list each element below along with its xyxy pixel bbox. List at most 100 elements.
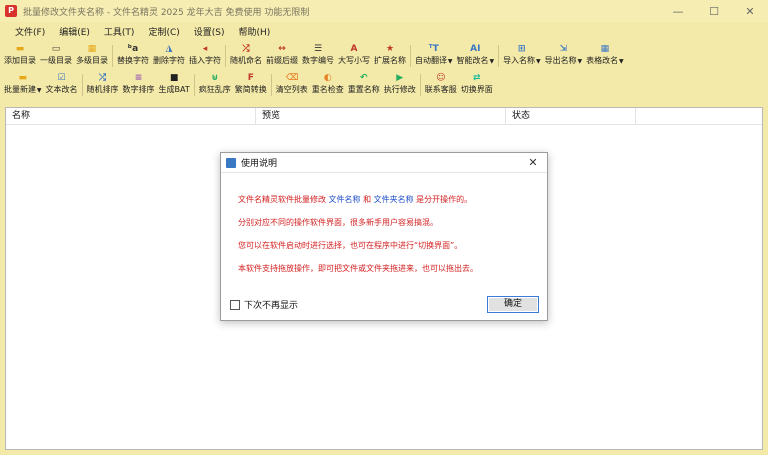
toolbar-separator	[225, 45, 226, 67]
ai-icon: AI	[470, 44, 481, 54]
number-button[interactable]: ☰ 数字编号	[300, 43, 336, 69]
dropdown-arrow-icon[interactable]: ▼	[488, 58, 494, 65]
batch-new-button[interactable]: ▬ 批量新建 ▼	[2, 72, 44, 98]
batch-new-icon: ▬	[18, 73, 28, 83]
toolbar-button-label: 数字编号	[302, 56, 334, 65]
random-name-button[interactable]: ⤮ 随机命名	[228, 43, 264, 69]
ok-button[interactable]: 确定	[487, 296, 539, 313]
dialog-title: 使用说明	[241, 159, 278, 169]
toolbar-button-label: 导出名称 ▼	[544, 56, 583, 65]
dialog-body: 文件名精灵软件批量修改 文件名称 和 文件夹名称 是分开操作的。 分别对应不同的…	[221, 173, 547, 285]
toolbar-button-label: 导入名称 ▼	[503, 56, 541, 65]
switch-ui-button[interactable]: ⇄ 切换界面	[459, 72, 495, 98]
menu-edit[interactable]: 编辑(E)	[52, 25, 97, 38]
bat-button[interactable]: ■ 生成BAT	[157, 72, 192, 98]
toolbar-button-label: 大写小写	[338, 56, 370, 65]
reset-button[interactable]: ↶ 重置名称	[346, 72, 382, 98]
list-header: 名称 预览 状态	[6, 107, 762, 125]
folder-level1-button[interactable]: ▭ 一级目录	[38, 43, 74, 69]
prefix-suffix-button[interactable]: ↔ 前缀后缀	[264, 43, 300, 69]
random-sort-icon: ⤮	[98, 73, 107, 83]
insert-char-button[interactable]: ◂ 插入字符	[187, 43, 223, 69]
main-toolbar: ▬ 添加目录 ▭ 一级目录 ▦ 多级目录 ᵇa 替换字符 ◮ 删除字符 ◂ 插入字符 ⤮ 随机命名 ↔ 前缀后…	[0, 43, 768, 69]
toolbar-button-label: 切换界面	[460, 85, 493, 94]
toolbar-button-label: 删除字符	[153, 56, 185, 65]
minimize-button[interactable]: —	[660, 0, 696, 22]
column-header-status[interactable]: 状态	[506, 107, 636, 125]
dialog-close-button[interactable]: ✕	[526, 156, 540, 169]
execute-button[interactable]: ▶ 执行修改	[382, 72, 418, 98]
dropdown-arrow-icon[interactable]: ▼	[617, 58, 624, 65]
import-button[interactable]: ⊞ 导入名称 ▼	[501, 43, 543, 69]
toolbar-button-label: 多级目录	[76, 56, 108, 65]
highlight-folder-name: 文件夹名称	[373, 195, 414, 204]
dropdown-arrow-icon[interactable]: ▼	[534, 58, 541, 65]
duplicate-check-button[interactable]: ◐ 重名检查	[310, 72, 346, 98]
support-icon: ☺	[436, 73, 446, 83]
menu-settings[interactable]: 设置(S)	[187, 25, 232, 38]
duplicate-check-icon: ◐	[323, 73, 332, 83]
dropdown-arrow-icon[interactable]: ▼	[446, 58, 453, 65]
toolbar-button-label: 插入字符	[189, 56, 221, 65]
toolbar-button-label: 重名检查	[311, 85, 344, 94]
toolbar-button-label: 随机排序	[86, 85, 119, 94]
insert-char-icon: ◂	[202, 44, 208, 54]
menu-file[interactable]: 文件(F)	[8, 25, 52, 38]
close-window-button[interactable]: ✕	[732, 0, 768, 22]
random-sort-button[interactable]: ⤮ 随机排序	[85, 72, 121, 98]
dont-show-again-checkbox[interactable]: 下次不再显示	[230, 298, 298, 311]
table-button[interactable]: ▦ 表格改名 ▼	[584, 43, 626, 69]
number-sort-button[interactable]: ≡ 数字排序	[121, 72, 157, 98]
case-button[interactable]: A 大写小写	[336, 43, 372, 69]
toolbar-button-label: 繁简转换	[234, 85, 267, 94]
window-title: 批量修改文件夹名称 - 文件名精灵 2025 龙年大吉 免费使用 功能无限制	[23, 7, 310, 18]
convert-button[interactable]: F 繁简转换	[233, 72, 269, 98]
replace-button[interactable]: ᵇa 替换字符	[115, 43, 151, 69]
clear-list-button[interactable]: ⌫ 清空列表	[274, 72, 310, 98]
shuffle-button[interactable]: ⊌ 疯狂乱序	[197, 72, 233, 98]
dialog-footer: 下次不再显示 确定	[221, 296, 549, 314]
secondary-toolbar: ▬ 批量新建 ▼ ☑ 文本改名 ⤮ 随机排序 ≡ 数字排序 ■ 生成BAT ⊌ 疯狂乱序 F 繁简转换 ⌫ 清…	[0, 72, 768, 98]
text-rename-button[interactable]: ☑ 文本改名	[44, 72, 80, 98]
dialog-text: 是分开操作的。	[413, 195, 473, 204]
toolbar-button-label: 前缀后缀	[266, 56, 298, 65]
dialog-line-4: 本软件支持拖放操作，即可把文件或文件夹拖进来，也可以拖出去。	[238, 264, 478, 273]
folder-multi-button[interactable]: ▦ 多级目录	[74, 43, 110, 69]
export-button[interactable]: ⇲ 导出名称 ▼	[543, 43, 585, 69]
checkbox-label: 下次不再显示	[244, 301, 299, 311]
toolbar-button-label: 扩展名称	[374, 56, 406, 65]
dialog-text: 和	[360, 195, 374, 204]
toolbar-separator	[112, 45, 113, 67]
delete-char-button[interactable]: ◮ 删除字符	[151, 43, 187, 69]
toolbar-button-label: 数字排序	[122, 85, 155, 94]
column-header-preview[interactable]: 预览	[256, 107, 506, 125]
toolbar-button-label: 智能改名 ▼	[456, 56, 495, 65]
number-sort-icon: ≡	[134, 73, 143, 83]
menu-tools[interactable]: 工具(T)	[97, 25, 142, 38]
toolbar-button-label: 执行修改	[383, 85, 416, 94]
toolbar-button-label: 文本改名	[45, 85, 78, 94]
ai-button[interactable]: AI 智能改名 ▼	[455, 43, 497, 69]
toolbar-button-label: 重置名称	[347, 85, 380, 94]
dropdown-arrow-icon[interactable]: ▼	[576, 58, 583, 65]
dialog-app-icon	[226, 157, 236, 168]
table-icon: ▦	[600, 44, 610, 54]
toolbar-button-label: 替换字符	[117, 56, 149, 65]
extension-button[interactable]: ★ 扩展名称	[372, 43, 408, 69]
menu-customize[interactable]: 定制(C)	[141, 25, 186, 38]
toolbar-button-label: 添加目录	[4, 56, 36, 65]
app-logo-icon: P	[5, 5, 17, 17]
folder-multi-icon: ▦	[87, 44, 97, 54]
folder-add-button[interactable]: ▬ 添加目录	[2, 43, 38, 69]
checkbox-box[interactable]	[230, 299, 240, 310]
column-header-name[interactable]: 名称	[6, 107, 256, 125]
case-icon: A	[350, 44, 358, 54]
support-button[interactable]: ☺ 联系客服	[423, 72, 459, 98]
dropdown-arrow-icon[interactable]: ▼	[35, 87, 42, 94]
translate-button[interactable]: ᵀT 自动翻译 ▼	[413, 43, 455, 69]
folder-add-icon: ▬	[15, 44, 25, 54]
menu-help[interactable]: 帮助(H)	[232, 25, 278, 38]
switch-ui-icon: ⇄	[472, 73, 481, 83]
maximize-button[interactable]: ☐	[696, 0, 732, 22]
clear-list-icon: ⌫	[285, 73, 299, 83]
